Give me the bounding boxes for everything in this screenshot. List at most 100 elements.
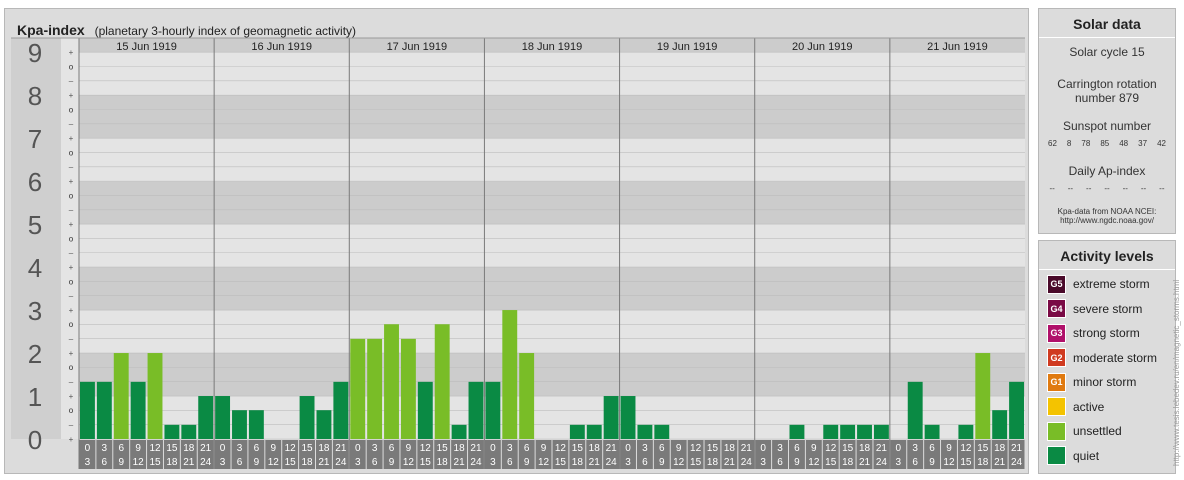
interval-label: 21	[318, 457, 330, 468]
interval-label: 21	[1011, 443, 1023, 454]
y-tick-label: 1	[28, 382, 42, 412]
interval-label: 18	[724, 443, 736, 454]
interval-label: 3	[237, 443, 243, 454]
interval-label: 12	[149, 443, 161, 454]
y-subtick-label: +	[69, 91, 74, 100]
interval-label: 15	[149, 457, 161, 468]
interval-label: 6	[389, 443, 395, 454]
level-band	[79, 95, 1025, 139]
interval-label: 15	[977, 443, 989, 454]
interval-label: 12	[420, 443, 432, 454]
interval-label: 12	[943, 457, 955, 468]
kp-bar	[181, 424, 197, 439]
interval-label: 12	[285, 443, 297, 454]
kp-bar	[654, 424, 670, 439]
sunspot-title: Sunspot number	[1062, 119, 1152, 133]
day-label: 16 Jun 1919	[251, 41, 312, 53]
kp-bar	[1009, 381, 1024, 439]
y-subtick-label: –	[69, 249, 74, 258]
interval-label: 15	[690, 457, 702, 468]
interval-label: 3	[760, 457, 766, 468]
kp-bar	[975, 353, 991, 439]
source-link[interactable]: http://www.ngdc.noaa.gov/	[1039, 216, 1175, 225]
interval-label: 15	[555, 457, 567, 468]
legend-label: moderate storm	[1073, 350, 1158, 365]
interval-label: 0	[760, 443, 766, 454]
y-tick-label: 8	[28, 81, 42, 111]
kp-bar	[434, 324, 450, 439]
interval-label: 0	[85, 443, 91, 454]
kp-bar	[384, 324, 399, 439]
kp-bar	[907, 381, 923, 439]
interval-label: 9	[811, 443, 817, 454]
interval-label: 12	[825, 443, 837, 454]
y-subtick-label: +	[69, 177, 74, 186]
carrington-line1: Carrington rotation	[1057, 77, 1157, 91]
interval-label: 12	[960, 443, 972, 454]
interval-label: 0	[896, 443, 902, 454]
ap-value: --	[1140, 184, 1147, 193]
kp-bar	[569, 424, 585, 439]
y-subtick-label: –	[69, 421, 74, 430]
interval-label: 15	[825, 457, 837, 468]
sunspot-values: 62 8 78 85 48 37 42	[1039, 139, 1175, 148]
interval-label: 6	[794, 443, 800, 454]
solar-cycle: Solar cycle 15	[1069, 45, 1145, 59]
legend-swatch: G4	[1047, 299, 1066, 318]
y-subtick-label: +	[69, 48, 74, 57]
interval-label: 24	[1011, 457, 1023, 468]
interval-label: 3	[372, 443, 378, 454]
y-subtick-label: –	[69, 206, 74, 215]
interval-label: 3	[777, 443, 783, 454]
legend-swatch: G1	[1047, 372, 1066, 392]
day-label: 19 Jun 1919	[657, 41, 718, 53]
legend-swatch	[1047, 421, 1066, 441]
kp-bar	[857, 424, 872, 439]
y-tick-label: 7	[28, 124, 42, 154]
sunspot-value: 42	[1157, 139, 1166, 148]
level-band	[79, 224, 1025, 268]
sunspot-value: 85	[1100, 139, 1110, 148]
interval-label: 18	[842, 457, 854, 468]
interval-label: 18	[977, 457, 989, 468]
kp-bar	[113, 353, 129, 439]
interval-label: 3	[85, 457, 91, 468]
interval-label: 15	[420, 457, 432, 468]
interval-label: 9	[389, 457, 395, 468]
y-subtick-label: o	[69, 363, 74, 372]
interval-label: 3	[912, 443, 918, 454]
interval-label: 12	[268, 457, 280, 468]
interval-label: 6	[237, 457, 243, 468]
sunspot-value: 8	[1066, 139, 1072, 148]
interval-label: 3	[896, 457, 902, 468]
kp-bar	[367, 338, 383, 439]
y-subtick-label: o	[69, 62, 74, 71]
interval-label: 18	[166, 457, 178, 468]
interval-label: 6	[118, 443, 124, 454]
interval-label: 18	[859, 443, 871, 454]
interval-label: 12	[133, 457, 145, 468]
kp-bar	[299, 396, 315, 439]
y-subtick-label: –	[69, 120, 74, 129]
interval-label: 3	[102, 443, 108, 454]
sunspot-value: 78	[1081, 139, 1091, 148]
interval-label: 12	[673, 457, 685, 468]
watermark: http://www.tesis.lebedev.ru/en/magnetic_…	[1172, 279, 1181, 466]
interval-label: 3	[507, 443, 513, 454]
activity-levels-panel: Activity levels G5 extreme storm G4 severe …	[1038, 240, 1176, 474]
ap-value: --	[1086, 184, 1092, 193]
interval-label: 12	[690, 443, 702, 454]
y-subtick-label: +	[69, 306, 74, 315]
interval-label: 15	[842, 443, 854, 454]
kp-bar	[958, 424, 974, 439]
kp-bar	[823, 424, 839, 439]
ap-value: --	[1159, 184, 1165, 193]
sunspot-value: 37	[1138, 139, 1148, 148]
kp-bar	[198, 396, 214, 439]
interval-label: 3	[220, 457, 226, 468]
y-subtick-label: +	[69, 263, 74, 272]
legend-swatch	[1047, 446, 1066, 465]
y-subtick-label: –	[69, 378, 74, 387]
y-subtick-label: +	[69, 220, 74, 229]
interval-label: 21	[859, 457, 871, 468]
